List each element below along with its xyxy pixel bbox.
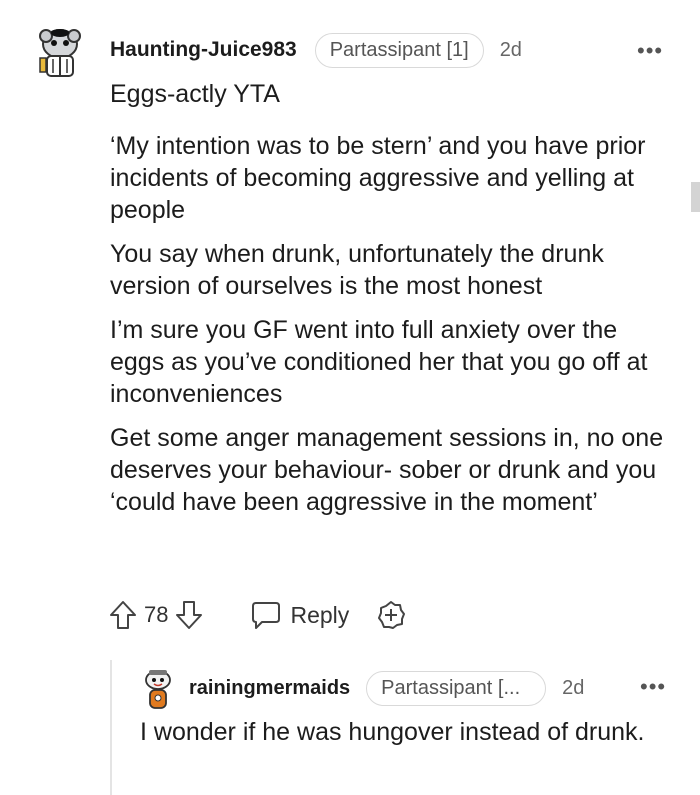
downvote-arrow-icon[interactable] [174,599,204,631]
comment-paragraph: You say when drunk, unfortunately the dr… [110,240,604,300]
reply-more-options-icon[interactable]: ••• [640,674,666,700]
scrollbar-thumb[interactable] [691,182,700,212]
vote-count: 78 [144,602,169,627]
reply-header: rainingmermaids Partassipant [... 2d [189,670,584,706]
upvote-arrow-icon[interactable] [108,599,138,631]
user-flair: Partassipant [1] [314,32,484,68]
timestamp[interactable]: 2d [500,39,522,62]
more-options-icon[interactable]: ••• [637,38,663,64]
reply-body: I wonder if he was hungover instead of d… [140,718,645,746]
reply-button[interactable]: Reply [250,600,349,630]
comment-paragraph: ‘My intention was to be stern’ and you h… [110,132,646,224]
comment-body: Eggs-actly YTA ‘My intention was to be s… [110,78,670,530]
speech-bubble-icon [252,602,281,629]
user-avatar[interactable] [34,26,86,82]
reply-user-flair: Partassipant [... [366,670,547,706]
username[interactable]: Haunting-Juice983 [110,38,297,62]
comment-header: Haunting-Juice983 Partassipant [1] 2d [110,32,522,68]
thread-line[interactable] [110,660,112,795]
comment-paragraph: Get some anger management sessions in, n… [110,424,664,516]
reply-timestamp[interactable]: 2d [562,677,584,700]
reply-username[interactable]: rainingmermaids [189,677,350,700]
comment-paragraph: Eggs-actly YTA [110,80,280,108]
comment-actions: 78 Reply [108,597,407,633]
comment-paragraph: I’m sure you GF went into full anxiety o… [110,316,648,408]
reply-label: Reply [290,601,350,628]
reply-user-avatar[interactable] [140,668,176,712]
award-plus-icon[interactable] [375,599,407,631]
